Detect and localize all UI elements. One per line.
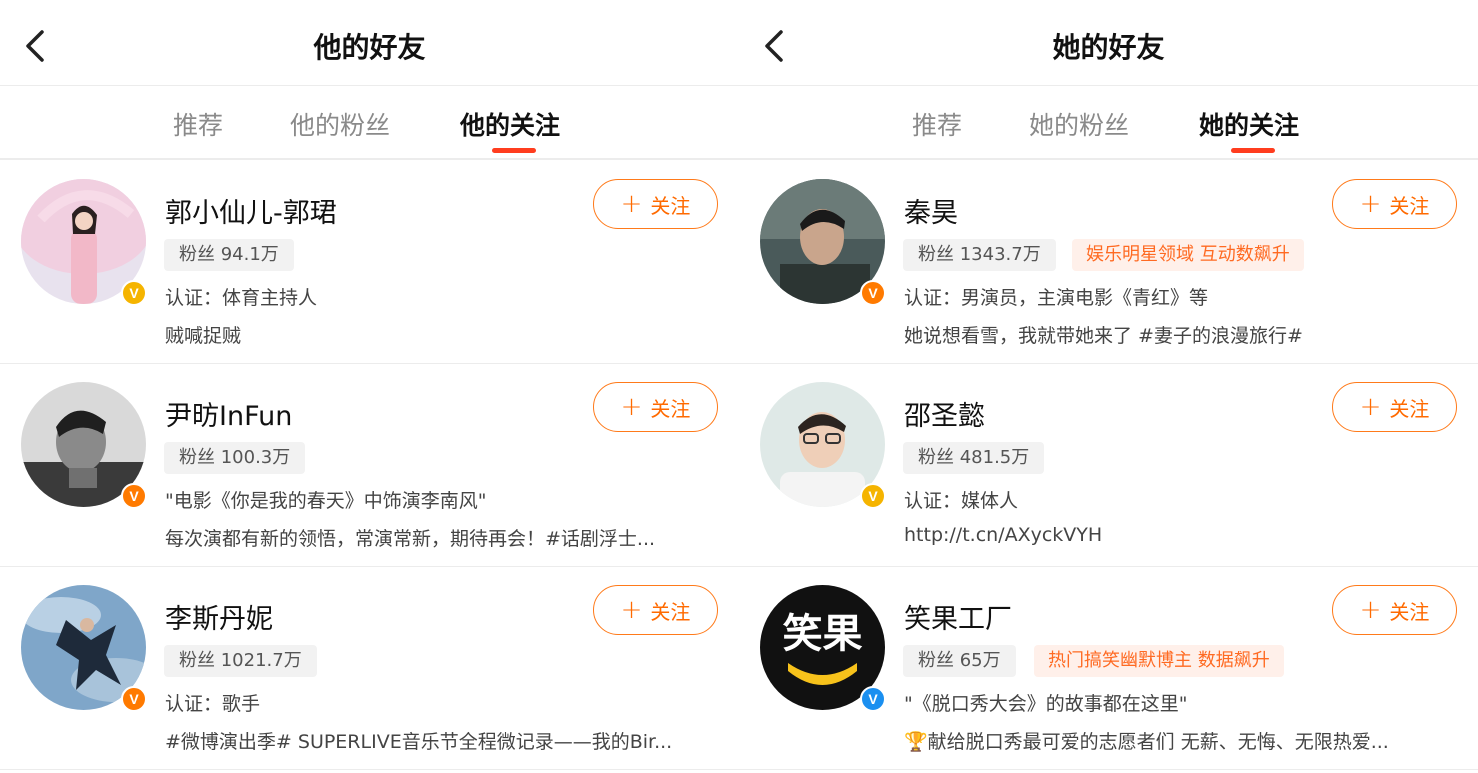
verified-badge-icon: V [860, 280, 886, 306]
user-name[interactable]: 笑果工厂 [904, 597, 1012, 636]
plus-icon: + [1359, 392, 1382, 422]
fans-count: 粉丝 65万 [903, 645, 1016, 677]
tab-fans[interactable]: 她的粉丝 [1029, 106, 1129, 142]
fans-count: 粉丝 100.3万 [164, 442, 306, 474]
follow-button-label: 关注 [1389, 193, 1430, 218]
tab-bar: 推荐 他的粉丝 他的关注 [0, 86, 739, 160]
follow-button[interactable]: + 关注 [593, 382, 718, 432]
follow-button[interactable]: + 关注 [1332, 179, 1457, 229]
follow-button[interactable]: + 关注 [593, 179, 718, 229]
plus-icon: + [620, 189, 643, 219]
user-name[interactable]: 郭小仙儿-郭珺 [165, 191, 337, 230]
tab-following[interactable]: 他的关注 [460, 106, 560, 142]
active-tab-indicator [1231, 148, 1275, 153]
follow-button[interactable]: + 关注 [1332, 382, 1457, 432]
user-certification: 认证：媒体人 [904, 490, 1019, 512]
top-bar: 她的好友 [739, 0, 1478, 86]
tab-recommend[interactable]: 推荐 [912, 106, 962, 142]
user-certification: 认证：男演员，主演电影《青红》等 [904, 287, 1209, 309]
user-latest-post: 🏆献给脱口秀最可爱的志愿者们 无薪、无悔、无限热爱... [904, 731, 1389, 753]
verified-badge-icon: V [121, 686, 147, 712]
verified-badge-icon: V [121, 483, 147, 509]
follow-button-label: 关注 [650, 599, 691, 624]
follow-button[interactable]: + 关注 [1332, 585, 1457, 635]
list-item[interactable]: V 秦昊 粉丝 1343.7万 娱乐明星领域 互动数飙升 认证：男演员，主演电影… [739, 161, 1478, 364]
user-certification: 认证：体育主持人 [165, 287, 318, 309]
user-latest-post: 她说想看雪，我就带她来了 #妻子的浪漫旅行# [904, 325, 1303, 347]
fans-count: 粉丝 481.5万 [903, 442, 1045, 474]
user-name[interactable]: 李斯丹妮 [165, 597, 273, 636]
plus-icon: + [620, 392, 643, 422]
list-item[interactable]: V 邵圣懿 粉丝 481.5万 认证：媒体人 http://t.cn/AXyck… [739, 364, 1478, 567]
user-certification: "电影《你是我的春天》中饰演李南风" [165, 490, 487, 512]
user-name[interactable]: 尹昉InFun [165, 394, 292, 433]
screen-his-friends: 他的好友 推荐 他的粉丝 他的关注 V 郭小仙儿-郭珺 粉丝 94.1万 认证：… [0, 0, 739, 773]
plus-icon: + [1359, 595, 1382, 625]
user-latest-post: #微博演出季# SUPERLIVE音乐节全程微记录——我的Bir... [165, 731, 673, 753]
trending-tag: 娱乐明星领域 互动数飙升 [1072, 239, 1304, 271]
list-item[interactable]: 笑果 V 笑果工厂 粉丝 65万 热门搞笑幽默博主 数据飙升 "《脱口秀大会》的… [739, 567, 1478, 770]
list-item[interactable]: V 尹昉InFun 粉丝 100.3万 "电影《你是我的春天》中饰演李南风" 每… [0, 364, 739, 567]
user-certification: 认证：歌手 [165, 693, 261, 715]
active-tab-indicator [492, 148, 536, 153]
user-certification: "《脱口秀大会》的故事都在这里" [904, 693, 1188, 715]
tab-recommend[interactable]: 推荐 [173, 106, 223, 142]
plus-icon: + [620, 595, 643, 625]
user-latest-post: 每次演都有新的领悟，常演常新，期待再会！#话剧浮士... [165, 528, 656, 550]
follow-button-label: 关注 [650, 396, 691, 421]
plus-icon: + [1359, 189, 1382, 219]
tab-bar: 推荐 她的粉丝 她的关注 [739, 86, 1478, 160]
user-latest-post: http://t.cn/AXyckVYH [904, 524, 1103, 546]
follow-button[interactable]: + 关注 [593, 585, 718, 635]
logo-text: 笑果 [783, 611, 863, 657]
tab-fans[interactable]: 他的粉丝 [290, 106, 390, 142]
follow-button-label: 关注 [1389, 396, 1430, 421]
verified-badge-icon: V [860, 686, 886, 712]
user-name[interactable]: 秦昊 [904, 191, 958, 230]
trending-tag: 热门搞笑幽默博主 数据飙升 [1034, 645, 1284, 677]
fans-count: 粉丝 94.1万 [164, 239, 294, 271]
verified-badge-icon: V [860, 483, 886, 509]
fans-count: 粉丝 1343.7万 [903, 239, 1056, 271]
user-name[interactable]: 邵圣懿 [904, 394, 985, 433]
top-bar: 他的好友 [0, 0, 739, 86]
list-item[interactable]: V 郭小仙儿-郭珺 粉丝 94.1万 认证：体育主持人 贼喊捉贼 + 关注 [0, 161, 739, 364]
list-item[interactable]: V 李斯丹妮 粉丝 1021.7万 认证：歌手 #微博演出季# SUPERLIV… [0, 567, 739, 770]
fans-count: 粉丝 1021.7万 [164, 645, 317, 677]
tab-following[interactable]: 她的关注 [1199, 106, 1299, 142]
follow-button-label: 关注 [650, 193, 691, 218]
screen-her-friends: 她的好友 推荐 她的粉丝 她的关注 V 秦昊 粉丝 1343.7万 娱乐明星领域… [739, 0, 1478, 773]
page-title: 他的好友 [313, 31, 426, 64]
follow-button-label: 关注 [1389, 599, 1430, 624]
user-latest-post: 贼喊捉贼 [165, 325, 242, 347]
verified-badge-icon: V [121, 280, 147, 306]
page-title: 她的好友 [1052, 31, 1165, 64]
